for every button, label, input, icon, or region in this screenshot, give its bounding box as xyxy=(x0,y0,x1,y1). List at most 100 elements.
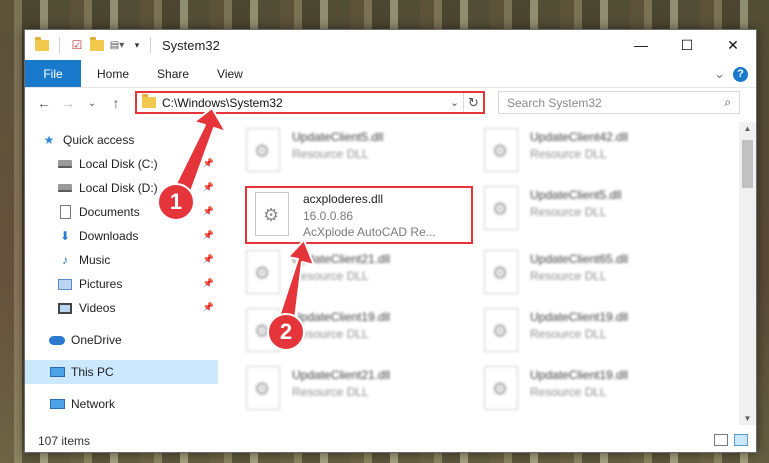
sidebar-item-label: Quick access xyxy=(63,133,135,147)
file-type: Resource DLL xyxy=(530,327,607,341)
file-name: UpdateClient5.dll xyxy=(530,188,622,202)
file-item[interactable]: UpdateClient19.dll Resource DLL xyxy=(474,302,706,358)
status-bar: 107 items xyxy=(25,430,756,452)
address-dropdown-icon[interactable]: ⌄ xyxy=(445,96,463,109)
details-view-icon[interactable] xyxy=(714,434,728,446)
file-item[interactable]: UpdateClient21.dll Resource DLL xyxy=(236,244,468,300)
dll-file-icon xyxy=(484,308,518,352)
window-controls: — ☐ ✕ xyxy=(618,30,756,60)
sidebar-item-label: Local Disk (D:) xyxy=(79,181,158,195)
expand-ribbon-icon[interactable]: ⌄ xyxy=(714,66,725,82)
file-item[interactable]: UpdateClient19.dll Resource DLL xyxy=(474,360,706,416)
view-switcher xyxy=(714,434,748,446)
maximize-button[interactable]: ☐ xyxy=(664,30,710,60)
ribbon-controls: ⌄ ? xyxy=(714,66,748,82)
file-item[interactable]: UpdateClient5.dll Resource DLL xyxy=(236,122,468,178)
pin-icon[interactable]: 📌 xyxy=(203,230,214,241)
search-placeholder: Search System32 xyxy=(507,95,602,110)
pin-icon[interactable]: 📌 xyxy=(203,158,214,169)
file-item[interactable]: UpdateClient65.dll Resource DLL xyxy=(474,244,706,300)
minimize-button[interactable]: — xyxy=(618,30,664,60)
up-button[interactable]: ↑ xyxy=(107,95,125,111)
drive-icon xyxy=(57,180,73,196)
sidebar-item-this-pc[interactable]: This PC xyxy=(25,360,218,384)
step-1-badge: 1 xyxy=(157,183,195,221)
title-bar: ☑ ▤▾ ▾ System32 — ☐ ✕ xyxy=(25,30,756,60)
sidebar-item-network[interactable]: Network xyxy=(25,392,218,416)
file-item[interactable]: UpdateClient5.dll Resource DLL xyxy=(474,180,706,236)
forward-button[interactable]: → xyxy=(59,95,77,111)
ribbon-tabs: File Home Share View ⌄ ? xyxy=(25,60,756,88)
sidebar-item-label: OneDrive xyxy=(71,333,122,347)
cloud-icon xyxy=(49,332,65,348)
window-title: System32 xyxy=(162,37,220,53)
back-button[interactable]: ← xyxy=(35,95,53,111)
network-icon xyxy=(49,396,65,412)
drive-icon xyxy=(57,156,73,172)
file-name: UpdateClient21.dll xyxy=(292,368,391,382)
search-input[interactable]: Search System32 ⌕ xyxy=(498,91,740,114)
customize-toolbar-icon[interactable]: ▤▾ xyxy=(109,37,125,53)
sidebar-item-label: Pictures xyxy=(79,277,123,291)
sidebar-item-pictures[interactable]: Pictures 📌 xyxy=(25,272,218,296)
close-button[interactable]: ✕ xyxy=(710,30,756,60)
file-type: Resource DLL xyxy=(530,147,607,161)
refresh-button[interactable]: ↻ xyxy=(463,93,483,112)
navigation-pane: ★ Quick access Local Disk (C:) 📌 Local D… xyxy=(25,122,218,422)
file-item[interactable]: UpdateClient21.dll Resource DLL xyxy=(236,360,468,416)
address-bar[interactable]: C:\Windows\System32 ⌄ ↻ xyxy=(135,91,485,114)
dll-file-icon xyxy=(246,128,280,172)
large-icons-view-icon[interactable] xyxy=(734,434,748,446)
sidebar-item-label: Documents xyxy=(79,205,140,219)
file-type: Resource DLL xyxy=(530,269,607,283)
sidebar-item-local-disk-c[interactable]: Local Disk (C:) 📌 xyxy=(25,152,218,176)
file-name: UpdateClient5.dll xyxy=(292,130,384,144)
pin-icon[interactable]: 📌 xyxy=(203,278,214,289)
address-folder-icon xyxy=(142,94,156,108)
sidebar-item-label: Downloads xyxy=(79,229,139,243)
tab-share[interactable]: Share xyxy=(143,60,203,87)
pin-icon[interactable]: 📌 xyxy=(203,182,214,193)
toolbar-dropdown-icon[interactable]: ▾ xyxy=(129,37,145,53)
item-count: 107 items xyxy=(38,434,91,448)
tab-view[interactable]: View xyxy=(203,60,257,87)
dll-file-icon xyxy=(484,250,518,294)
folder-icon[interactable] xyxy=(34,36,50,53)
sidebar-item-label: Local Disk (C:) xyxy=(79,157,158,171)
file-name: UpdateClient19.dll xyxy=(530,310,629,324)
file-list: UpdateClient5.dll Resource DLL acxploder… xyxy=(236,122,736,425)
search-icon[interactable]: ⌕ xyxy=(724,95,731,110)
recent-locations-button[interactable]: ⌄ xyxy=(83,98,101,109)
music-icon: ♪ xyxy=(62,253,68,267)
star-icon: ★ xyxy=(43,133,55,147)
pin-icon[interactable]: 📌 xyxy=(203,302,214,313)
sidebar-item-onedrive[interactable]: OneDrive xyxy=(25,328,218,352)
tab-file[interactable]: File xyxy=(25,60,81,87)
quick-access-toolbar: ☑ ▤▾ ▾ xyxy=(34,36,145,53)
sidebar-item-label: Videos xyxy=(79,301,116,315)
sidebar-item-label: Network xyxy=(71,397,116,411)
file-name: acxploderes.dll xyxy=(303,192,384,206)
sidebar-item-music[interactable]: ♪ Music 📌 xyxy=(25,248,218,272)
sidebar-item-quick-access[interactable]: ★ Quick access xyxy=(25,128,218,152)
scroll-up-arrow-icon[interactable]: ▲ xyxy=(739,124,756,133)
scrollbar-thumb[interactable] xyxy=(742,140,753,188)
tab-home[interactable]: Home xyxy=(83,60,143,87)
help-icon[interactable]: ? xyxy=(733,66,748,82)
sidebar-item-videos[interactable]: Videos 📌 xyxy=(25,296,218,320)
vertical-scrollbar[interactable]: ▲ ▼ xyxy=(739,122,756,425)
dll-file-icon xyxy=(484,128,518,172)
scroll-down-arrow-icon[interactable]: ▼ xyxy=(739,414,756,423)
address-path[interactable]: C:\Windows\System32 xyxy=(162,96,445,110)
properties-icon[interactable]: ☑ xyxy=(69,37,85,53)
download-icon: ⬇ xyxy=(59,229,71,243)
title-divider xyxy=(150,37,151,53)
videos-icon xyxy=(57,300,73,316)
file-item-acxploderes[interactable]: acxploderes.dll 16.0.0.86 AcXplode AutoC… xyxy=(245,186,473,244)
pin-icon[interactable]: 📌 xyxy=(203,206,214,217)
pin-icon[interactable]: 📌 xyxy=(203,254,214,265)
sidebar-item-downloads[interactable]: ⬇ Downloads 📌 xyxy=(25,224,218,248)
new-folder-icon[interactable] xyxy=(89,36,105,53)
sidebar-item-label: This PC xyxy=(71,365,114,379)
file-item[interactable]: UpdateClient42.dll Resource DLL xyxy=(474,122,706,178)
